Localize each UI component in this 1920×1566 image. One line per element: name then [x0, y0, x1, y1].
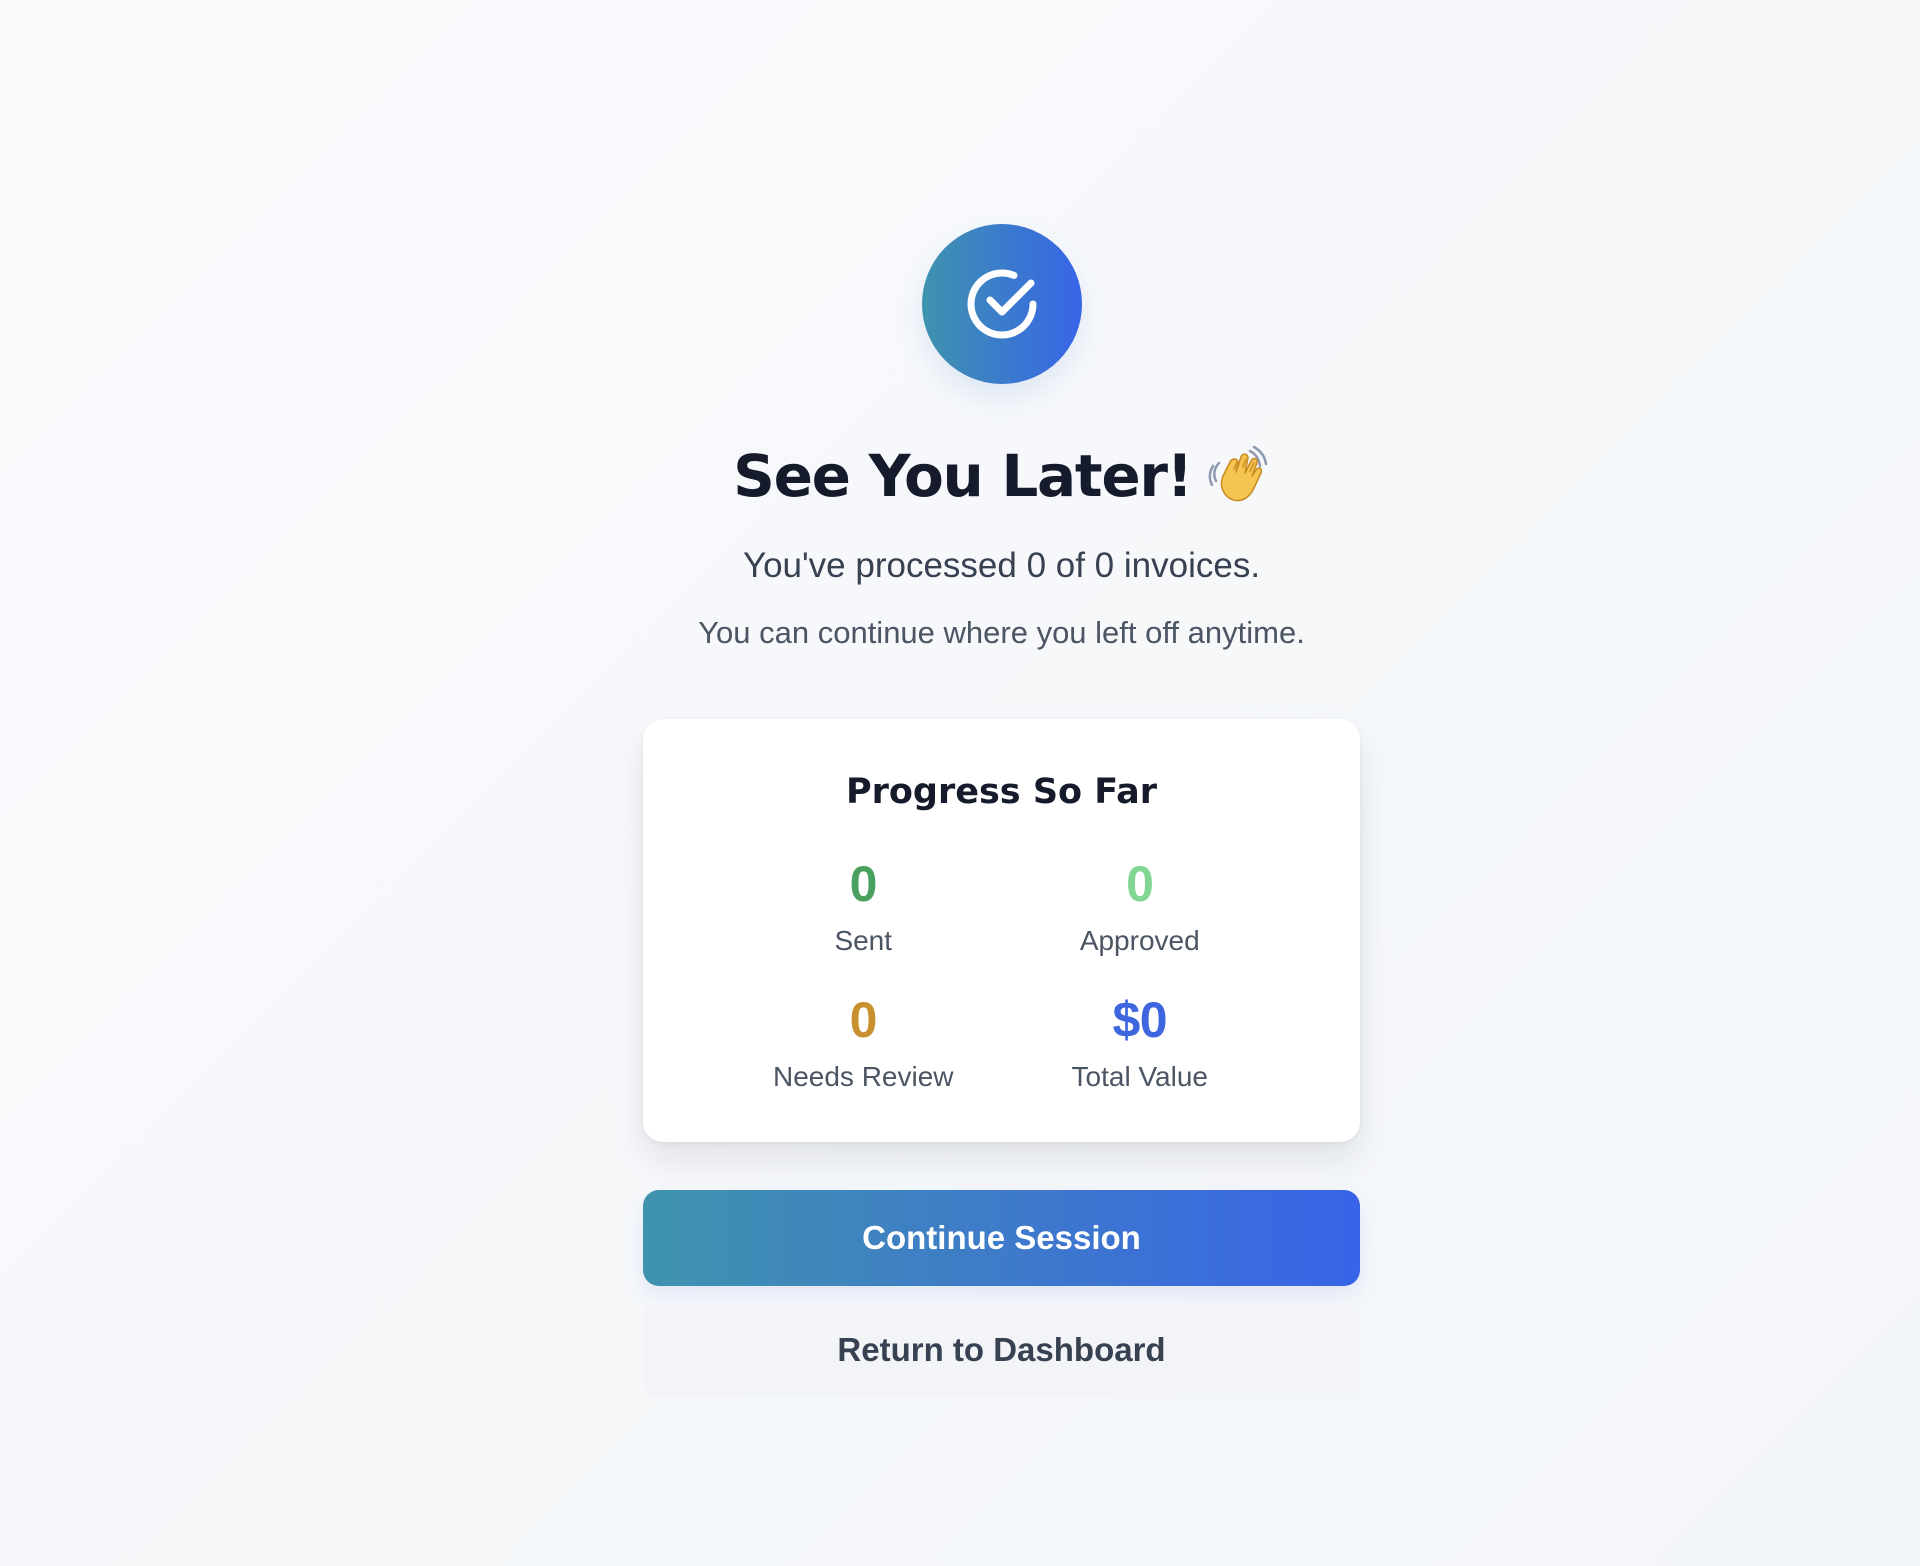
progress-card-title: Progress So Far: [845, 771, 1158, 812]
stat-needs-review-label: Needs Review: [772, 1060, 954, 1092]
return-to-dashboard-button[interactable]: Return to Dashboard: [643, 1301, 1360, 1398]
stat-total-value-label: Total Value: [1071, 1060, 1208, 1092]
stat-needs-review: 0 Needs Review: [725, 995, 1002, 1091]
stat-total-value-amount: $0: [1112, 991, 1168, 1048]
stat-needs-review-value: 0: [849, 991, 878, 1048]
waving-hand-icon: [1206, 444, 1270, 508]
continue-session-button[interactable]: Continue Session: [643, 1189, 1360, 1286]
stat-approved: 0 Approved: [1002, 859, 1279, 955]
stat-sent: 0 Sent: [725, 859, 1002, 955]
session-summary-panel: See You Later! You've processed 0 of 0 i…: [643, 224, 1360, 1398]
stat-sent-label: Sent: [834, 924, 893, 956]
processed-summary: You've processed 0 of 0 invoices.: [742, 546, 1261, 585]
page-title-row: See You Later!: [643, 434, 1360, 518]
progress-stats-grid: 0 Sent 0 Approved 0 Needs Review $0 Tota…: [643, 859, 1360, 1091]
resume-note: You can continue where you left off anyt…: [698, 614, 1305, 650]
check-circle-icon: [921, 224, 1082, 384]
stat-approved-value: 0: [1126, 855, 1154, 912]
stat-approved-label: Approved: [1079, 924, 1200, 956]
session-paused-screen: See You Later! You've processed 0 of 0 i…: [0, 0, 1920, 1566]
stat-sent-value: 0: [849, 855, 878, 912]
stat-total-value: $0 Total Value: [1002, 995, 1279, 1091]
progress-card: Progress So Far 0 Sent 0 Approved 0 Need…: [643, 718, 1360, 1142]
page-title: See You Later!: [733, 442, 1193, 510]
status-badge: [921, 224, 1082, 384]
